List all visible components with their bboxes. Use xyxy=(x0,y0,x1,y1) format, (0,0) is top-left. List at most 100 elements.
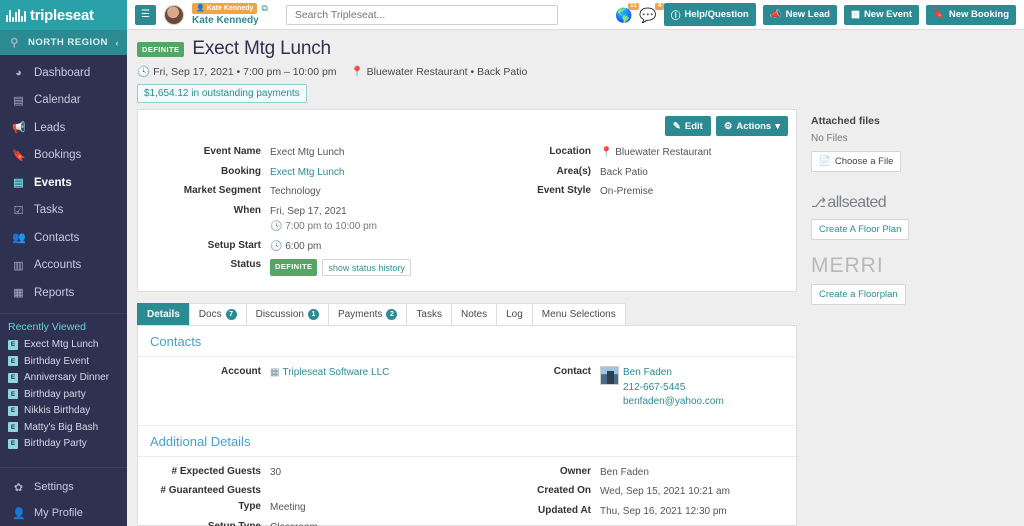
sidebar-item-tasks[interactable]: ☑ Tasks xyxy=(0,197,127,225)
status-badge[interactable]: 👤 Kate Kennedy xyxy=(192,3,258,14)
show-status-history-button[interactable]: show status history xyxy=(322,259,411,276)
contact-name[interactable]: Ben Faden xyxy=(623,366,724,381)
tripleseat-mark-icon xyxy=(6,8,26,22)
account-link[interactable]: ▦ Tripleseat Software LLC xyxy=(270,366,389,381)
tab-payments[interactable]: Payments 2 xyxy=(327,303,408,325)
body-split: ✎ Edit ⚙ Actions ▾ Event Name Exect Mtg … xyxy=(127,109,1024,526)
sidebar-item-contacts[interactable]: 👥 Contacts xyxy=(0,224,127,252)
additional-details-heading: Additional Details xyxy=(138,424,796,457)
list-item[interactable]: E Matty's Big Bash xyxy=(0,419,127,436)
list-item[interactable]: E Exect Mtg Lunch xyxy=(0,337,127,354)
sidebar-item-label: Contacts xyxy=(34,231,80,244)
list-item-label: Birthday Event xyxy=(24,355,90,367)
sidebar-item-calendar[interactable]: ▤ Calendar xyxy=(0,87,127,115)
chat-bubble-icon[interactable]: 💬 4 xyxy=(639,2,664,22)
help-question-button[interactable]: ⓘ Help/Question xyxy=(663,3,756,26)
sidebar-item-settings[interactable]: ✿ Settings xyxy=(0,474,127,500)
person-icon: 👤 xyxy=(12,507,26,520)
primary-nav: ◕ Dashboard ▤ Calendar 📢 Leads 🔖 Booking… xyxy=(0,55,127,307)
detail-value: Fri, Sep 17, 2021 🕓 7:00 pm to 10:00 pm xyxy=(270,205,377,235)
sidebar-footer-nav: ✿ Settings 👤 My Profile xyxy=(0,467,127,526)
sidebar-item-dashboard[interactable]: ◕ Dashboard xyxy=(0,59,127,87)
sidebar-item-reports[interactable]: ▦ Reports xyxy=(0,279,127,307)
list-item-label: Nikkis Birthday xyxy=(24,405,91,417)
outstanding-payments-notice[interactable]: $1,654.12 in outstanding payments xyxy=(137,84,307,103)
list-item[interactable]: E Nikkis Birthday xyxy=(0,403,127,420)
sidebar-item-bookings[interactable]: 🔖 Bookings xyxy=(0,142,127,170)
detail-label: Type xyxy=(238,501,261,512)
search-input[interactable] xyxy=(285,4,558,25)
status-badge: DEFINITE xyxy=(137,41,185,57)
contact-info: Ben Faden 212-667-5445 benfaden@yahoo.co… xyxy=(623,366,724,410)
new-booking-button[interactable]: 🔖 New Booking xyxy=(925,4,1016,25)
detail-value: 📍 Bluewater Restaurant xyxy=(600,147,712,158)
actions-button[interactable]: ⚙ Actions ▾ xyxy=(715,116,788,136)
sidebar-item-accounts[interactable]: ▥ Accounts xyxy=(0,252,127,280)
create-a-floor-plan-button[interactable]: Create A Floor Plan xyxy=(811,219,910,240)
edit-button[interactable]: ✎ Edit xyxy=(664,116,711,136)
tab-label: Log xyxy=(506,309,523,320)
detail-label: Setup Type xyxy=(207,520,261,526)
tab-log[interactable]: Log xyxy=(496,303,533,325)
user-name[interactable]: Kate Kennedy xyxy=(192,15,268,26)
new-event-button[interactable]: ▦ New Event xyxy=(843,4,919,25)
tab-badge: 1 xyxy=(307,309,319,320)
sidebar-item-leads[interactable]: 📢 Leads xyxy=(0,114,127,142)
booking-link[interactable]: Exect Mtg Lunch xyxy=(270,166,344,181)
content-area: DEFINITE Exect Mtg Lunch 🕓 Fri, Sep 17, 2… xyxy=(127,30,1024,526)
tab-details[interactable]: Details xyxy=(137,303,190,325)
avatar[interactable] xyxy=(164,4,184,25)
list-item[interactable]: E Birthday Party xyxy=(0,436,127,453)
list-item[interactable]: E Anniversary Dinner xyxy=(0,370,127,387)
create-a-floorplan-button[interactable]: Create a Floorplan xyxy=(811,284,906,305)
tab-menu-selections[interactable]: Menu Selections xyxy=(531,303,626,325)
new-lead-button[interactable]: 📣 New Lead xyxy=(762,4,837,25)
external-link-icon[interactable]: ⧉ xyxy=(261,3,267,14)
tab-tasks[interactable]: Tasks xyxy=(406,303,452,325)
detail-subvalue: 🕓 7:00 pm to 10:00 pm xyxy=(270,221,377,232)
status-value: DEFINITE show status history xyxy=(270,259,411,276)
pencil-icon: ✎ xyxy=(672,120,681,132)
megaphone-icon: 📢 xyxy=(12,122,26,135)
sidebar-item-my-profile[interactable]: 👤 My Profile xyxy=(0,500,127,526)
detail-value: Back Patio xyxy=(600,166,648,178)
region-selector[interactable]: ⚲ NORTH REGION ‹ xyxy=(0,30,127,55)
button-label: New Event xyxy=(863,9,912,20)
help-circle-icon: ⓘ xyxy=(670,10,681,22)
tab-badge: 2 xyxy=(386,309,398,320)
list-item[interactable]: E Birthday Event xyxy=(0,353,127,370)
status-badge: DEFINITE xyxy=(270,259,318,276)
chevron-down-icon: ▾ xyxy=(775,120,780,132)
tab-docs[interactable]: Docs 7 xyxy=(188,303,247,325)
detail-row: Event Name Exect Mtg Lunch xyxy=(150,146,505,161)
chair-icon: ⎇ xyxy=(811,195,826,210)
detail-label: Area(s) xyxy=(556,165,591,177)
tab-label: Payments xyxy=(337,309,383,320)
additional-details-body: # Expected Guests 30 # Guaranteed Guests… xyxy=(138,457,796,526)
globe-icon[interactable]: 🌎 11 xyxy=(615,2,640,22)
event-icon: ▦ xyxy=(850,9,860,20)
list-item-label: Anniversary Dinner xyxy=(24,372,110,384)
user-badge-row: 👤 Kate Kennedy ⧉ xyxy=(192,3,268,14)
hamburger-menu-icon[interactable]: ☰ xyxy=(135,4,156,25)
detail-value: Thu, Sep 16, 2021 12:30 pm xyxy=(600,505,727,517)
tab-notes[interactable]: Notes xyxy=(450,303,498,325)
brand-logo[interactable]: tripleseat xyxy=(0,0,127,30)
detail-row: Area(s) Back Patio xyxy=(505,166,784,181)
sidebar-item-events[interactable]: ▤ Events xyxy=(0,169,127,197)
contact-photo xyxy=(600,366,619,385)
detail-row: Market Segment Technology xyxy=(150,185,505,200)
tab-discussion[interactable]: Discussion 1 xyxy=(245,303,329,325)
contact-phone[interactable]: 212-667-5445 xyxy=(623,381,724,396)
sidebar-item-label: Bookings xyxy=(34,149,82,162)
list-item-label: Exect Mtg Lunch xyxy=(24,339,99,351)
tab-label: Details xyxy=(147,309,180,320)
application-root: tripleseat ⚲ NORTH REGION ‹ ◕ Dashboard … xyxy=(0,0,1024,526)
detail-value: Wed, Sep 15, 2021 10:21 am xyxy=(600,486,730,497)
choose-file-button[interactable]: 📄 Choose a File xyxy=(811,151,902,172)
detail-label: When xyxy=(233,204,261,216)
contact-email[interactable]: benfaden@yahoo.com xyxy=(623,395,724,410)
list-item[interactable]: E Birthday party xyxy=(0,386,127,403)
collapse-chevron-icon[interactable]: ‹ xyxy=(116,38,120,48)
person-icon: 👤 xyxy=(196,5,205,13)
